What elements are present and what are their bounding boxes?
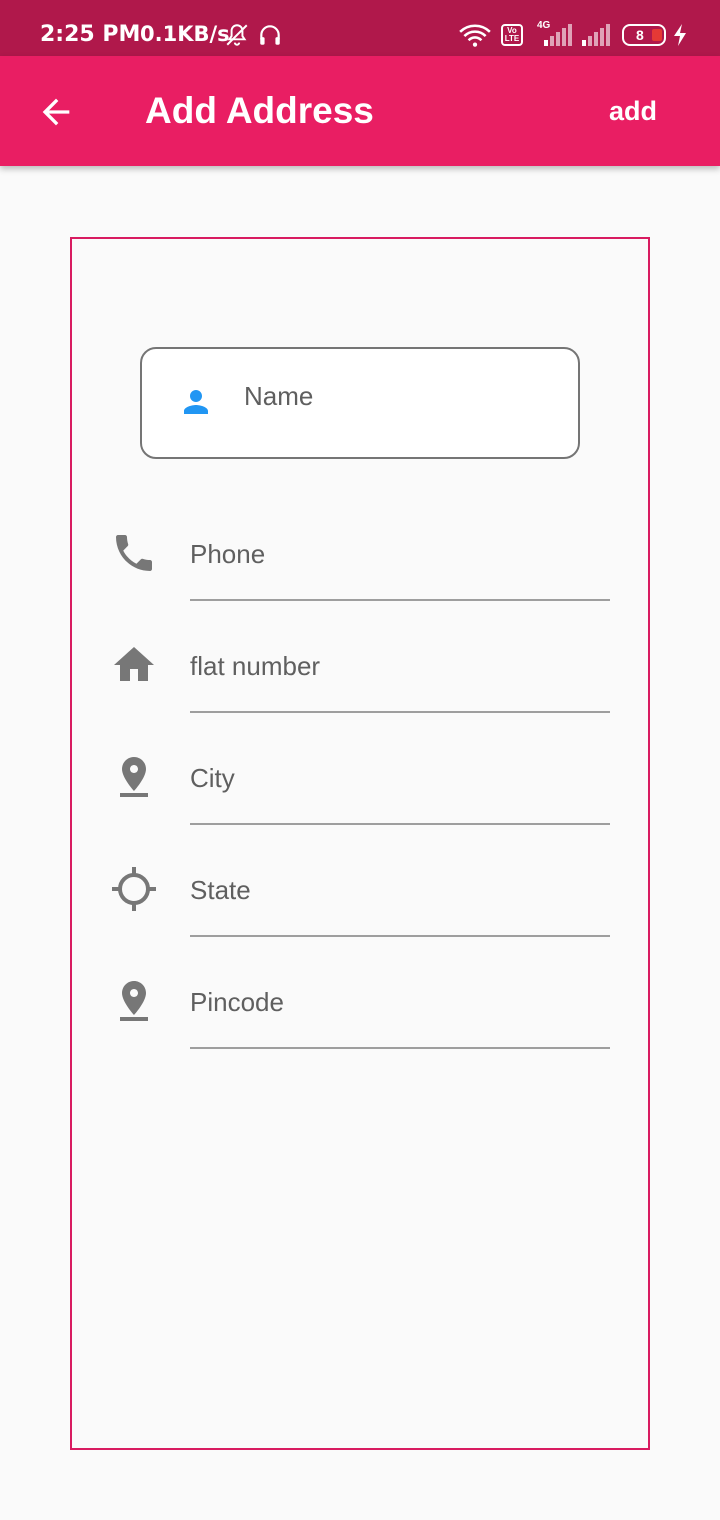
name-input[interactable] — [244, 374, 564, 418]
status-bar: 2:25 PM 0.1KB/s Vo LTE 4G 8 — [0, 0, 720, 56]
wifi-icon — [459, 24, 491, 47]
charging-icon — [674, 24, 686, 46]
pincode-underline — [190, 1047, 610, 1049]
city-underline — [190, 823, 610, 825]
app-bar: Add Address add — [0, 56, 720, 166]
phone-underline — [190, 599, 610, 601]
volte-icon: Vo LTE — [501, 24, 523, 46]
person-icon — [184, 390, 208, 414]
volte-label: Vo LTE — [504, 26, 520, 43]
pincode-input[interactable] — [190, 982, 610, 1022]
page-title: Add Address — [145, 90, 374, 131]
phone-input[interactable] — [190, 534, 610, 574]
battery-level: 8 — [636, 27, 644, 43]
signal-icon — [544, 24, 572, 46]
flat-number-input[interactable] — [190, 646, 610, 686]
status-network-speed: 0.1KB/s — [140, 22, 230, 46]
city-input[interactable] — [190, 758, 610, 798]
flat-number-underline — [190, 711, 610, 713]
status-time: 2:25 PM — [40, 22, 141, 47]
battery-icon: 8 — [622, 24, 666, 46]
location-pin-icon — [120, 757, 148, 797]
state-input[interactable] — [190, 870, 610, 910]
phone-icon — [116, 535, 152, 571]
headphones-icon — [260, 25, 280, 45]
back-button[interactable] — [36, 92, 76, 132]
arrow-back-icon — [42, 98, 70, 126]
gps-target-icon — [112, 867, 156, 911]
state-underline — [190, 935, 610, 937]
location-pin-icon — [120, 981, 148, 1021]
mute-bell-icon — [226, 24, 248, 46]
home-icon — [114, 647, 154, 681]
add-button[interactable]: add — [609, 96, 657, 127]
signal-icon — [582, 24, 610, 46]
